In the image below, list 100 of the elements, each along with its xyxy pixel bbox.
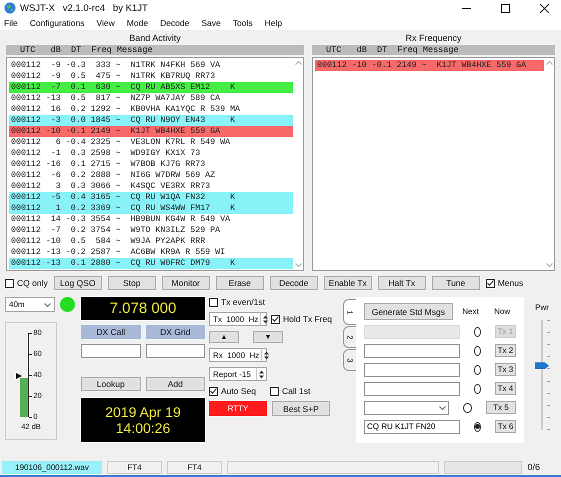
column-header: DT	[70, 45, 82, 55]
decode-row[interactable]: 000112 -10 -0.1 2149 ~ K1JT WB4HXE 559 GA	[9, 126, 293, 137]
tx-button[interactable]: Tx 6	[495, 420, 516, 433]
decode-row[interactable]: 000112 1 0.2 3369 ~ CQ RU WS4WW FM17 K	[9, 203, 293, 214]
message-field[interactable]	[364, 382, 460, 396]
checkbox-label: Menus	[498, 278, 524, 288]
checkbox-label: Call 1st	[282, 386, 310, 396]
column-header: dB	[50, 45, 62, 55]
time-text: 14:00:26	[116, 420, 170, 436]
toolbar-button[interactable]: Monitor	[162, 276, 210, 290]
menu-item[interactable]: Mode	[126, 18, 148, 28]
tx-button[interactable]: Tx 3	[494, 363, 516, 376]
checkbox[interactable]	[271, 314, 280, 324]
toolbar-button[interactable]: Stop	[108, 276, 156, 290]
column-header: Message	[422, 45, 459, 55]
tx-button[interactable]: Tx 5	[486, 401, 516, 414]
check-icon	[210, 388, 217, 394]
checkbox[interactable]	[209, 298, 218, 306]
dx-grid-label: DX Grid	[146, 325, 205, 339]
checkbox-label: Tx even/1st	[221, 297, 265, 307]
panel-title: Band Activity	[129, 32, 181, 45]
rtty-button[interactable]: RTTY	[209, 401, 267, 416]
radio-button[interactable]	[474, 422, 481, 432]
radio-button[interactable]	[474, 346, 481, 356]
message-field[interactable]: CQ RU K1JT FN20	[364, 420, 460, 434]
decode-row[interactable]: 000112 -13 0.1 2880 ~ CQ RU W0FRC DM79 K	[9, 258, 293, 269]
checkbox-label: Auto Seq	[221, 386, 256, 396]
status-mode: FT4	[107, 460, 162, 474]
marker-icon	[16, 372, 22, 379]
checkbox-label: CQ only	[17, 278, 48, 288]
status-mode: FT4	[167, 460, 222, 474]
globe-icon	[4, 2, 16, 14]
spin-arrows-icon	[259, 370, 264, 378]
decode-row[interactable]: 000112 -3 0.0 1845 ~ CQ RU N9OY EN43 K	[9, 115, 293, 126]
message-combo[interactable]	[364, 400, 449, 414]
generate-messages-button[interactable]: Generate Std Msgs	[364, 303, 453, 320]
maximize-icon[interactable]	[501, 4, 510, 12]
caret-icon	[44, 302, 51, 306]
radio-button[interactable]	[474, 384, 481, 394]
column-header: dB	[356, 45, 368, 55]
decode-row[interactable]: 000112 -7 0.1 630 ~ CQ RU AB5XS EM12 K	[9, 82, 293, 93]
toolbar-button[interactable]: Enable Tx	[324, 276, 372, 290]
add-button[interactable]: Add	[146, 377, 205, 391]
menu-item[interactable]: Help	[264, 18, 282, 28]
rx-frequency-spinbox[interactable]: Rx 1000 Hz	[209, 348, 267, 362]
menu-item[interactable]: View	[96, 18, 115, 28]
checkbox-label: Hold Tx Freq	[283, 314, 332, 324]
tx-button[interactable]: Tx 2	[494, 344, 516, 357]
dx-call-label: DX Call	[81, 325, 140, 339]
menus-checkbox[interactable]	[486, 278, 495, 288]
column-header: Freq	[91, 45, 113, 55]
spin-arrows-icon	[263, 314, 268, 324]
status-file: 190106_000112.wav	[2, 460, 102, 474]
toolbar-button[interactable]: Decode	[270, 276, 318, 290]
menu-item[interactable]: Save	[201, 18, 221, 28]
menu-item[interactable]: Configurations	[30, 18, 85, 28]
column-header: UTC	[326, 45, 342, 55]
window-title: WSJT-X v2.1.0-rc4 by K1JT	[20, 2, 149, 14]
lookup-button[interactable]: Lookup	[81, 377, 140, 391]
column-header: Freq	[397, 45, 419, 55]
tx-frequency-spinbox[interactable]: Tx 1000 Hz	[209, 312, 267, 326]
cq-only-checkbox[interactable]	[5, 278, 14, 288]
slider-thumb[interactable]	[535, 362, 549, 370]
dx-call-field[interactable]	[81, 344, 140, 358]
spinbox-value: Tx 1000 Hz	[213, 314, 258, 324]
toolbar-button[interactable]: Tune	[432, 276, 480, 290]
check-icon	[486, 280, 494, 286]
radio-button[interactable]	[474, 364, 481, 374]
menu-item[interactable]: Decode	[160, 18, 190, 28]
spinbox-value: Report -15	[213, 370, 252, 378]
column-header: UTC	[20, 45, 36, 55]
toolbar-button[interactable]: Halt Tx	[378, 276, 426, 290]
toolbar-button[interactable]: Log QSO	[54, 276, 102, 290]
message-field[interactable]	[364, 362, 460, 376]
radio-button[interactable]	[462, 402, 472, 412]
column-header: DT	[376, 45, 388, 55]
decode-row[interactable]: 000112 -10 -0.1 2149 ~ K1JT WB4HXE 559 GA	[315, 60, 544, 71]
close-icon[interactable]	[540, 4, 549, 12]
tx-button[interactable]: Tx 4	[494, 382, 516, 395]
menu-item[interactable]: Tools	[232, 18, 253, 28]
date-text: 2019 Apr 19	[105, 404, 181, 420]
checkbox[interactable]	[270, 386, 279, 396]
status-count: 0/6	[527, 462, 540, 472]
column-label: Next	[461, 307, 480, 316]
toolbar-button[interactable]: Erase	[216, 276, 264, 290]
band-value: 40m	[9, 300, 25, 309]
check-icon	[272, 316, 279, 322]
panel-title: Rx Frequency	[405, 32, 462, 45]
caret-icon	[438, 406, 446, 410]
report-spinbox[interactable]: Report -15	[209, 367, 267, 381]
message-field[interactable]	[364, 344, 460, 358]
dx-grid-field[interactable]	[146, 344, 205, 358]
menu-item[interactable]: File	[4, 18, 18, 28]
band-select[interactable]: 40m	[5, 297, 55, 312]
spinbox-value: Rx 1000 Hz	[213, 350, 260, 360]
checkbox[interactable]	[209, 386, 218, 396]
power-slider[interactable]	[532, 320, 552, 430]
decode-row[interactable]: 000112 -5 0.4 3165 ~ CQ RU W1QA FN32 K	[9, 192, 293, 203]
best-sp-button[interactable]: Best S+P	[272, 401, 330, 416]
spin-arrows-icon	[264, 350, 270, 360]
